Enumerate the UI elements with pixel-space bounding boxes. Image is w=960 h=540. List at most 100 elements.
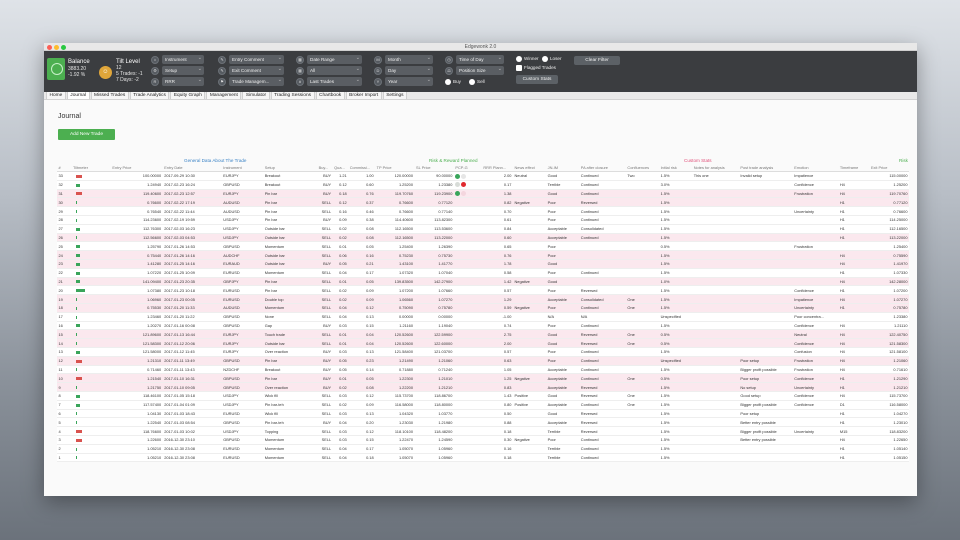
table-row[interactable]: 13 121.58000 2017-01-12 11:45 EURJPY Over re… [57,347,909,357]
table-row[interactable]: 29 0.76540 2017-02-22 11:44 AUDUSD Pin bar SE… [57,206,909,216]
tab-home[interactable]: Home [46,91,66,99]
tab-chartbook[interactable]: Chartbook [315,91,345,99]
cell-b: BUY [317,365,333,375]
add-new-trade-button[interactable]: Add New Trade [58,129,115,140]
cell-em: Confusion [792,347,839,357]
table-row[interactable]: 15 121.89600 2017-01-13 16:44 EURJPY Touch t… [57,329,909,340]
position-size-filter[interactable]: Position Size [456,65,504,75]
calendar-icon: ▦ [296,56,304,64]
column-header[interactable]: Commissi... [348,164,376,172]
entry-comment-filter[interactable]: Entry Comment [229,54,284,64]
setup-filter[interactable]: Setup [162,65,204,75]
tab-equity-graph[interactable]: Equity Graph [170,91,206,99]
column-header[interactable]: Buy... [317,164,333,172]
table-row[interactable]: 12 1.21310 2017-01-11 13:49 GBPUSD Pin bar BU… [57,356,909,366]
account-avatar-icon[interactable] [47,58,65,80]
exit-comment-filter[interactable]: Exit Comment [229,65,284,75]
column-header[interactable]: RRR Plann... [481,164,513,172]
table-row[interactable]: 18 0.75530 2017-01-20 11:33 AUDUSD Momentum S… [57,303,909,313]
column-header[interactable]: Confluences [625,164,660,172]
table-row[interactable]: 8 118.46100 2017-01-05 15:18 USDJPY Wick fil… [57,391,909,401]
table-row[interactable]: 32 1.24940 2017-02-23 16:24 GBPUSD Breakout B… [57,180,909,190]
column-header[interactable]: Qua... [332,164,349,172]
table-row[interactable]: 6 1.04130 2017-01-03 18:43 EURUSD Wick fill S… [57,409,909,419]
table-row[interactable]: 9 1.21750 2017-01-10 09:05 GBPUSD Over react… [57,382,909,392]
column-header[interactable]: Notes for analysis [692,164,739,172]
table-row[interactable]: 3 1.22600 2016-12-30 23:10 GBPUSD Momentum SE… [57,435,909,445]
table-row[interactable]: 21 141.09400 2017-01-23 20:35 GBPJPY Pin bar… [57,277,909,287]
table-row[interactable]: 1 1.05210 2016-12-30 23:08 EURUSD Momentum SE… [57,453,909,463]
status-dot-icon [455,191,461,197]
table-row[interactable]: 30 0.76600 2017-02-22 17:19 AUDUSD Pin bar SE… [57,197,909,208]
tab-simulator[interactable]: Simulator [242,91,270,99]
column-header[interactable]: Setup [263,164,318,172]
loser-toggle[interactable]: Loser [542,55,562,62]
time-of-day-filter[interactable]: Time of Day [456,54,504,64]
tab-missed-trades[interactable]: Missed Trades [90,91,129,99]
sell-toggle[interactable]: Sell [469,78,485,85]
table-row[interactable]: 16 1.20270 2017-01-16 00:08 GBPUSD Gap BUY 0.0… [57,321,909,331]
table-row[interactable]: 26 112.56600 2017-02-03 04:53 USDJPY Outside… [57,233,909,243]
rrr-filter[interactable]: RRR [162,76,204,86]
winner-toggle[interactable]: Winner [516,55,539,62]
table-row[interactable]: 7 117.57400 2017-01-04 01:09 USDJPY Pin bar-… [57,400,909,410]
table-row[interactable]: 25 1.25790 2017-01-26 14:53 GBPUSD Momentum S… [57,241,909,252]
month-filter[interactable]: Month [385,54,433,64]
cell-b: SELL [317,224,333,234]
table-row[interactable]: 4 118.76600 2017-01-03 10:02 USDJPY Topping S… [57,426,909,436]
table-row[interactable]: 33 100.00000 2017-09-29 10:30 EURJPY Breakou… [57,171,909,181]
column-header[interactable]: News effect [512,164,547,172]
table-row[interactable]: 10 1.21540 2017-01-10 16:31 GBPUSD Pin bar BU… [57,373,909,384]
column-header[interactable]: Timeframe [838,164,870,172]
column-header[interactable]: Instrument [221,164,264,172]
tab-broker-import[interactable]: Broker Import [345,91,382,99]
column-header[interactable]: Tiltmeter [71,164,111,172]
column-header[interactable]: PCP-G [453,164,482,172]
column-header[interactable]: Entry Price [110,164,163,172]
table-row[interactable]: 28 114.23600 2017-02-19 19:59 USDJPY Pin bar… [57,215,909,225]
column-header[interactable]: Initial risk [659,164,693,172]
column-header[interactable]: PA after closure [579,164,626,172]
table-row[interactable]: 24 0.75440 2017-01-26 14:16 AUDCHF Outside b… [57,250,909,260]
tab-settings[interactable]: Settings [382,91,408,99]
table-row[interactable]: 14 121.58300 2017-01-12 20:06 EURJPY Outside… [57,338,909,348]
cell-rrr: 1.05 [481,365,513,375]
column-header[interactable]: Exit Price [869,164,909,172]
tab-journal[interactable]: Journal [66,91,90,99]
table-row[interactable]: 17 1.23460 2017-01-20 11:22 GBPUSD None SELL 0… [57,312,909,322]
table-row[interactable]: 31 119.40600 2017-02-23 12:57 EURJPY Pin bar… [57,189,909,199]
column-header[interactable]: SL Price [414,164,454,172]
trade-management-filter[interactable]: Trade Managem... [229,76,284,86]
column-header[interactable]: Emotion [792,164,839,172]
tab-management[interactable]: Management [206,91,242,99]
table-row[interactable]: 5 1.22540 2017-01-03 08:54 GBPUSD Pin bar-te… [57,417,909,428]
instrument-filter[interactable]: Instrument [162,54,204,64]
table-row[interactable]: 27 112.76300 2017-02-03 16:23 USDJPY Outside… [57,224,909,234]
table-row[interactable]: 20 1.07380 2017-01-23 10:18 EURUSD Pin bar SE… [57,285,909,296]
column-header[interactable]: JN-IM [546,164,580,172]
table-row[interactable]: 23 1.41280 2017-01-25 14:16 EURAUD Outside b… [57,259,909,269]
tab-trading-sessions[interactable]: Trading Sessions [270,91,315,99]
last-trades-filter[interactable]: Last Trades [307,76,362,86]
flagged-trades-toggle[interactable]: Flagged Trades [516,64,556,71]
tiltmeter-bar [75,385,77,389]
column-header[interactable]: Post trade analysis [738,164,793,172]
date-range-filter[interactable]: Date Range [307,54,362,64]
table-row[interactable]: 11 0.71460 2017-01-11 13:43 NZDCHF Breakout B… [57,365,909,375]
clear-filter-button[interactable]: Clear Filter [574,56,620,65]
table-row[interactable]: 22 1.07220 2017-01-25 10:09 EURUSD Momentum S… [57,268,909,278]
year-filter[interactable]: Year [385,76,433,86]
column-header[interactable]: # [57,164,72,172]
tab-trade-analytics[interactable]: Trade Analytics [129,91,170,99]
period-filter[interactable]: All [307,65,362,75]
cell-jn: Poor [546,268,580,278]
custom-stats-button[interactable]: Custom Stats [516,75,558,84]
tiltmeter-bar [75,306,77,310]
tiltmeter-bar [75,183,80,187]
buy-toggle[interactable]: Buy [445,78,461,85]
table-row[interactable]: 2 1.05210 2016-12-30 23:08 EURUSD Momentum SE… [57,444,909,454]
column-header[interactable]: Entry Date [162,164,222,172]
day-filter[interactable]: Day [385,65,433,75]
column-header[interactable]: TP Price [375,164,415,172]
table-row[interactable]: 19 1.06960 2017-01-23 00:05 EURUSD Double to… [57,294,909,304]
